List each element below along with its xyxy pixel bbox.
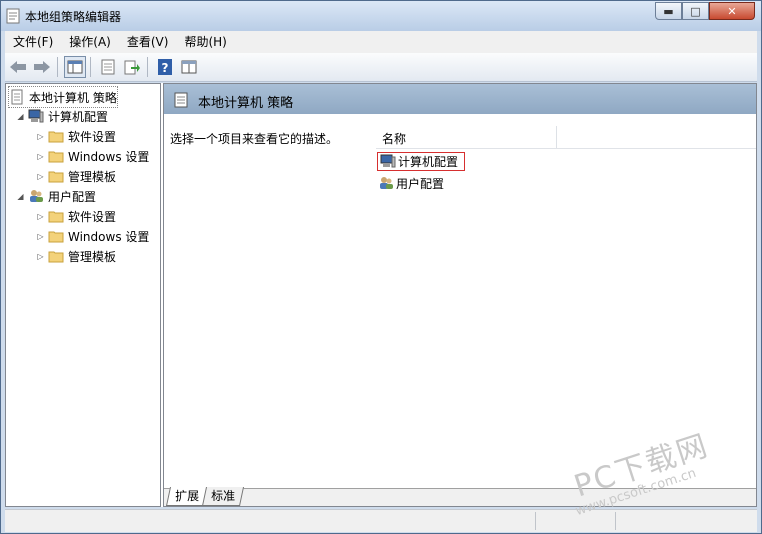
help-button[interactable]: ? (154, 56, 176, 78)
list-item-label: 计算机配置 (398, 154, 459, 169)
folder-icon (48, 211, 64, 223)
status-segment (535, 512, 616, 530)
title-bar[interactable]: 本地组策略编辑器 ▬ □ ✕ (1, 1, 761, 31)
users-icon (30, 190, 43, 202)
tree-item-root[interactable]: 本地计算机 策略 (8, 86, 118, 108)
console-tree: 本地计算机 策略 ◢ 计算机配置 ▷ 软件设置 ▷ Windows 设置 ▷ 管… (5, 83, 161, 507)
tree-item-label: 本地计算机 策略 (29, 90, 117, 105)
expand-arrow-icon[interactable]: ▷ (36, 252, 45, 261)
details-title: 本地计算机 策略 (198, 96, 294, 111)
tree-item-computer-config[interactable]: ◢ 计算机配置 (16, 106, 108, 126)
toolbar-separator (57, 57, 58, 77)
policy-editor-icon (6, 8, 20, 24)
tree-item-computer-windows[interactable]: ▷ Windows 设置 (36, 146, 149, 166)
tree-item-user-software[interactable]: ▷ 软件设置 (36, 206, 116, 226)
tree-item-label: 计算机配置 (48, 109, 109, 124)
folder-icon (48, 131, 64, 143)
tree-item-label: Windows 设置 (68, 149, 150, 164)
maximize-button[interactable]: □ (682, 2, 709, 20)
view-tabs: 扩展 标准 (164, 487, 756, 506)
tree-item-user-windows[interactable]: ▷ Windows 设置 (36, 226, 149, 246)
menu-action[interactable]: 操作(A) (61, 31, 119, 53)
window-title: 本地组策略编辑器 (25, 10, 122, 24)
column-divider[interactable] (556, 126, 557, 148)
tree-item-label: 用户配置 (48, 189, 97, 204)
status-segment (615, 512, 696, 530)
folder-icon (48, 231, 64, 243)
back-icon (10, 61, 26, 73)
list-item-computer-config[interactable]: 计算机配置 (376, 151, 466, 171)
tree-item-user-templates[interactable]: ▷ 管理模板 (36, 246, 116, 266)
details-pane: 本地计算机 策略 选择一个项目来查看它的描述。 名称 计算机配置 用户配置 扩展… (163, 83, 757, 507)
status-bar (5, 509, 757, 532)
app-window: 本地组策略编辑器 ▬ □ ✕ 文件(F) 操作(A) 查看(V) 帮助(H) ?… (0, 0, 762, 534)
export-icon (124, 60, 140, 75)
folder-icon (48, 171, 64, 183)
expand-arrow-icon[interactable]: ▷ (36, 212, 45, 221)
tree-item-computer-software[interactable]: ▷ 软件设置 (36, 126, 116, 146)
tree-item-computer-templates[interactable]: ▷ 管理模板 (36, 166, 116, 186)
console-tree-button[interactable] (64, 56, 86, 78)
properties-button[interactable] (97, 56, 119, 78)
selected-item-outline: 计算机配置 (376, 151, 466, 171)
folder-icon (48, 151, 64, 163)
console-tree-icon (67, 60, 83, 74)
tab-standard[interactable]: 标准 (201, 487, 245, 506)
list-column-header: 名称 (376, 126, 756, 149)
window-controls: ▬ □ ✕ (655, 2, 755, 21)
properties-icon (101, 59, 115, 75)
export-button[interactable] (121, 56, 143, 78)
details-body: 选择一个项目来查看它的描述。 名称 计算机配置 用户配置 (164, 114, 756, 506)
back-button[interactable] (7, 56, 29, 78)
menu-help[interactable]: 帮助(H) (176, 31, 234, 53)
view-icon (181, 60, 197, 74)
policy-document-icon (11, 89, 23, 105)
close-button[interactable]: ✕ (709, 2, 755, 20)
tree-item-label: 软件设置 (68, 129, 117, 144)
details-header: 本地计算机 策略 (164, 84, 756, 114)
computer-icon (380, 154, 396, 168)
expand-arrow-icon[interactable]: ▷ (36, 172, 45, 181)
computer-icon (28, 109, 44, 123)
list-item-user-config[interactable]: 用户配置 (378, 173, 444, 193)
tree-item-label: 管理模板 (68, 249, 117, 264)
policy-document-icon (174, 92, 188, 108)
menu-bar: 文件(F) 操作(A) 查看(V) 帮助(H) (5, 31, 757, 53)
tree-item-label: 管理模板 (68, 169, 117, 184)
folder-icon (48, 251, 64, 263)
toolbar-separator (147, 57, 148, 77)
users-icon (380, 177, 393, 189)
tree-item-label: Windows 设置 (68, 229, 150, 244)
svg-text:?: ? (162, 61, 169, 75)
menu-file[interactable]: 文件(F) (5, 31, 61, 53)
view-button[interactable] (178, 56, 200, 78)
description-text: 选择一个项目来查看它的描述。 (170, 132, 339, 146)
menu-view[interactable]: 查看(V) (119, 31, 177, 53)
main-content: 本地计算机 策略 ◢ 计算机配置 ▷ 软件设置 ▷ Windows 设置 ▷ 管… (5, 83, 757, 507)
forward-icon (34, 61, 50, 73)
collapse-arrow-icon[interactable]: ◢ (16, 112, 25, 121)
expand-arrow-icon[interactable]: ▷ (36, 132, 45, 141)
list-item-label: 用户配置 (396, 176, 445, 191)
help-icon: ? (158, 59, 172, 75)
minimize-button[interactable]: ▬ (655, 2, 682, 20)
forward-button[interactable] (31, 56, 53, 78)
toolbar-separator (90, 57, 91, 77)
column-name[interactable]: 名称 (382, 130, 406, 147)
toolbar: ? (5, 53, 757, 82)
expand-arrow-icon[interactable]: ▷ (36, 232, 45, 241)
expand-arrow-icon[interactable]: ▷ (36, 152, 45, 161)
collapse-arrow-icon[interactable]: ◢ (16, 192, 25, 201)
tree-item-label: 软件设置 (68, 209, 117, 224)
tree-item-user-config[interactable]: ◢ 用户配置 (16, 186, 96, 206)
